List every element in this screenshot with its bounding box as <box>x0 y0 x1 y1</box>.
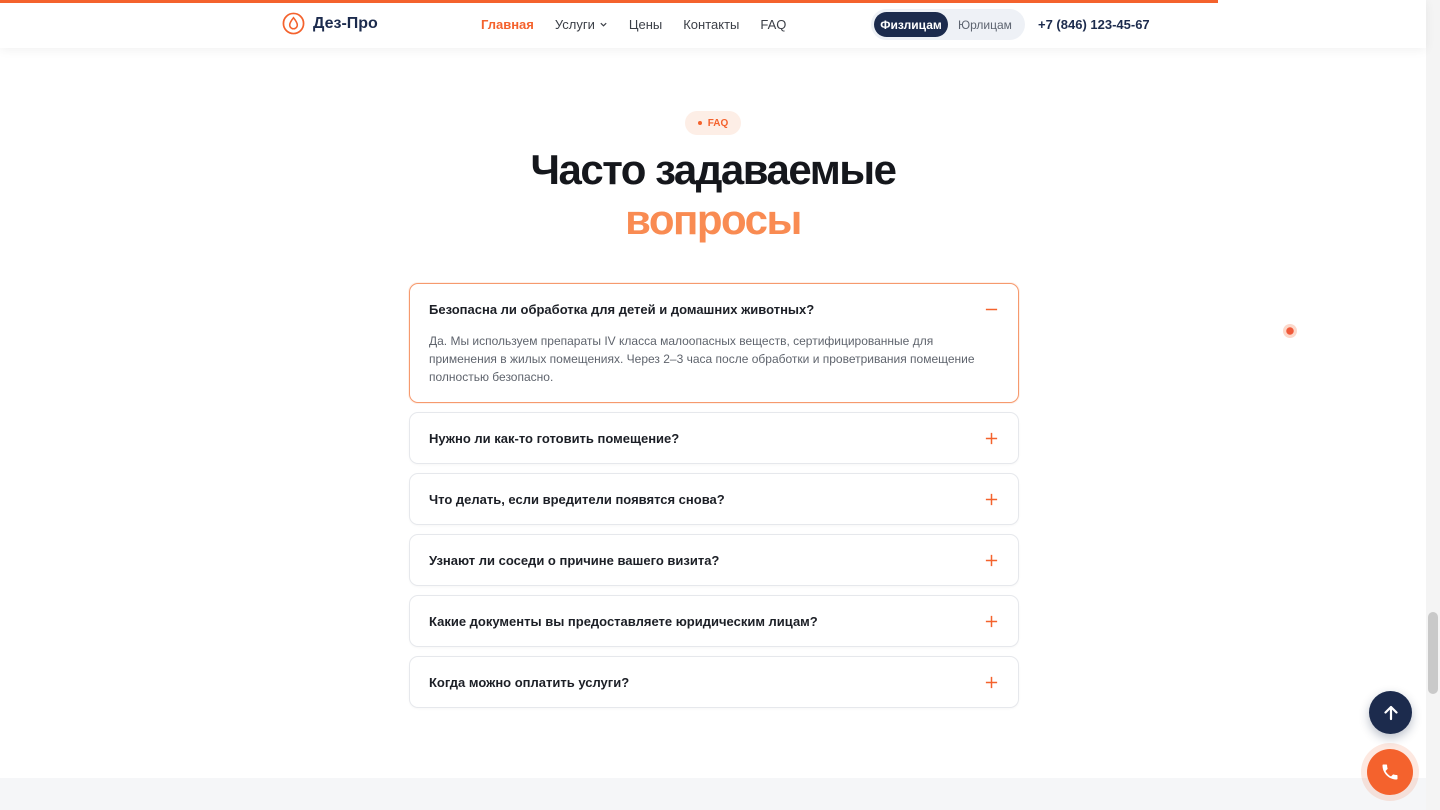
plus-icon <box>985 554 998 566</box>
arrow-up-icon <box>1383 705 1398 720</box>
call-button-halo <box>1361 743 1419 801</box>
faq-item: Какие документы вы предоставляете юридич… <box>409 595 1019 647</box>
minus-icon <box>985 308 998 310</box>
plus-icon <box>985 493 998 505</box>
faq-list: Безопасна ли обработка для детей и домаш… <box>409 283 1019 717</box>
logo[interactable]: Дез-Про <box>282 12 378 35</box>
badge-dot <box>697 121 702 125</box>
faq-question-toggle[interactable]: Узнают ли соседи о причине вашего визита… <box>410 535 1018 585</box>
title-line-1: Часто задаваемые <box>530 146 898 193</box>
toggle-individuals[interactable]: Физлицам <box>874 12 948 37</box>
nav-item-prices[interactable]: Цены <box>629 17 662 32</box>
decorative-dot <box>1283 324 1297 338</box>
faq-question: Узнают ли соседи о причине вашего визита… <box>429 552 720 568</box>
faq-question: Что делать, если вредители появятся снов… <box>429 491 725 507</box>
drop-icon <box>282 12 305 35</box>
plus-icon <box>985 676 998 688</box>
faq-question: Нужно ли как-то готовить помещение? <box>429 430 680 446</box>
plus-icon <box>985 432 998 444</box>
faq-question: Какие документы вы предоставляете юридич… <box>429 613 818 629</box>
faq-question-toggle[interactable]: Безопасна ли обработка для детей и домаш… <box>410 284 1018 334</box>
nav-item-services[interactable]: Услуги <box>555 17 608 32</box>
faq-question-toggle[interactable]: Нужно ли как-то готовить помещение? <box>410 413 1018 463</box>
scroll-to-top-button[interactable] <box>1369 691 1412 734</box>
faq-item: Когда можно оплатить услуги? <box>409 656 1019 708</box>
faq-question-toggle[interactable]: Какие документы вы предоставляете юридич… <box>410 596 1018 646</box>
next-section-strip <box>0 778 1426 810</box>
faq-question: Безопасна ли обработка для детей и домаш… <box>429 301 815 317</box>
faq-item: Нужно ли как-то готовить помещение? <box>409 412 1019 464</box>
faq-question-toggle[interactable]: Что делать, если вредители появятся снов… <box>410 474 1018 524</box>
toggle-companies[interactable]: Юрлицам <box>948 12 1022 37</box>
chevron-down-icon <box>600 22 607 27</box>
site-header: Дез-Про Главная Услуги Цены Контакты FAQ… <box>0 0 1426 48</box>
plus-icon <box>985 615 998 627</box>
logo-text: Дез-Про <box>313 14 378 32</box>
nav-item-faq[interactable]: FAQ <box>760 17 786 32</box>
faq-item: Безопасна ли обработка для детей и домаш… <box>409 283 1019 403</box>
nav-label: Цены <box>628 17 663 32</box>
audience-toggle: Физлицам Юрлицам <box>871 9 1025 40</box>
nav-label: Главная <box>481 17 534 32</box>
scroll-progress-bar <box>0 0 1218 3</box>
phone-icon <box>1382 764 1398 780</box>
faq-answer: Да. Мы используем препараты IV класса ма… <box>429 334 975 384</box>
title-line-2: вопросы <box>625 196 802 243</box>
section-badge: FAQ <box>685 111 741 135</box>
nav-label: FAQ <box>760 17 787 32</box>
scrollbar-thumb[interactable] <box>1428 612 1438 694</box>
header-phone[interactable]: +7 (846) 123-45-67 <box>1038 17 1150 32</box>
nav-label: Услуги <box>554 17 595 32</box>
nav-label: Контакты <box>683 17 740 32</box>
nav-item-home[interactable]: Главная <box>481 17 534 32</box>
section-title: Часто задаваемые вопросы <box>0 145 1426 245</box>
badge-label: FAQ <box>707 117 729 129</box>
faq-question: Когда можно оплатить услуги? <box>429 674 630 690</box>
faq-item: Узнают ли соседи о причине вашего визита… <box>409 534 1019 586</box>
faq-item: Что делать, если вредители появятся снов… <box>409 473 1019 525</box>
call-button[interactable] <box>1367 749 1413 795</box>
faq-question-toggle[interactable]: Когда можно оплатить услуги? <box>410 657 1018 707</box>
main-nav: Главная Услуги Цены Контакты FAQ <box>481 17 786 32</box>
nav-item-contacts[interactable]: Контакты <box>683 17 739 32</box>
